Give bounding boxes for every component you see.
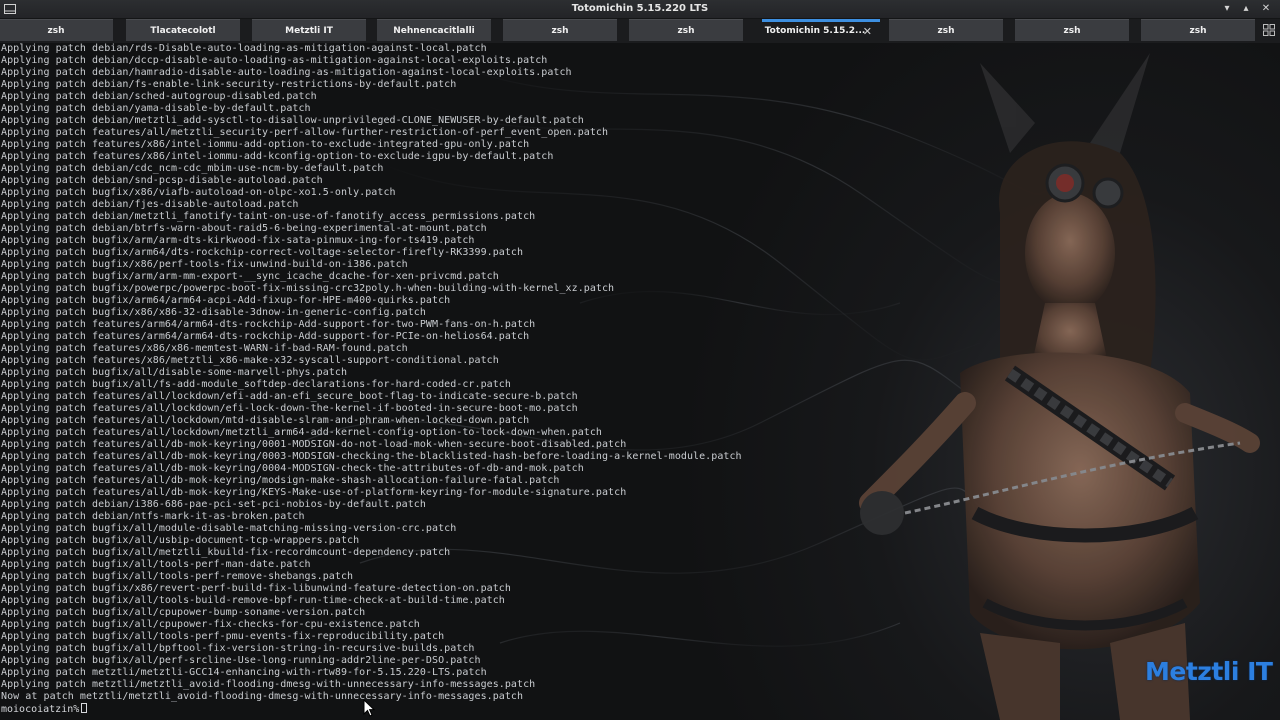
close-window-button[interactable]: ✕ — [1259, 2, 1273, 16]
tab-metztli-it[interactable]: Metztli IT — [252, 19, 366, 41]
tab-bar: zsh Tlacatecolotl Metztli IT Nehnencacit… — [0, 19, 1280, 43]
output-line: Applying patch features/all/metztli_secu… — [1, 127, 609, 138]
output-line: Applying patch bugfix/all/bpftool-fix-ve… — [1, 643, 475, 654]
output-line: Applying patch debian/ntfs-mark-it-as-br… — [1, 511, 305, 522]
output-line: Applying patch bugfix/arm64/arm64-acpi-A… — [1, 295, 451, 306]
output-line: Applying patch features/arm64/arm64-dts-… — [1, 319, 536, 330]
tab-label: zsh — [551, 26, 569, 36]
output-line: Applying patch debian/rds-Disable-auto-l… — [1, 43, 487, 54]
terminal-window: Totomichin 5.15.220 LTS ▾ ▴ ✕ zsh Tlacat… — [0, 0, 1280, 720]
output-line: Applying patch features/all/lockdown/efi… — [1, 403, 578, 414]
output-line: Applying patch debian/sched-autogroup-di… — [1, 91, 317, 102]
grid-icon[interactable] — [1263, 24, 1275, 36]
output-line: Applying patch bugfix/x86/viafb-autoload… — [1, 187, 396, 198]
output-line: Applying patch bugfix/all/tools-perf-rem… — [1, 571, 354, 582]
output-line: Applying patch debian/snd-pcsp-disable-a… — [1, 175, 323, 186]
output-line: Applying patch debian/i386-686-pae-pci-s… — [1, 499, 426, 510]
tab-label: zsh — [1189, 26, 1207, 36]
output-line: Applying patch features/all/db-mok-keyri… — [1, 463, 584, 474]
output-line: Applying patch features/x86/intel-iommu-… — [1, 139, 530, 150]
output-line: Applying patch debian/cdc_ncm-cdc_mbim-u… — [1, 163, 384, 174]
tab-totomichin[interactable]: Totomichin 5.15.2... ✕ — [762, 19, 880, 41]
title-bar[interactable]: Totomichin 5.15.220 LTS ▾ ▴ ✕ — [0, 0, 1280, 19]
output-line: Applying patch features/all/db-mok-keyri… — [1, 439, 627, 450]
output-line: Applying patch bugfix/all/tools-perf-man… — [1, 559, 311, 570]
tab-zsh-1[interactable]: zsh — [0, 19, 113, 41]
output-line: Applying patch features/all/db-mok-keyri… — [1, 487, 627, 498]
output-line: Applying patch features/arm64/arm64-dts-… — [1, 331, 530, 342]
output-line: Applying patch bugfix/all/metztli_kbuild… — [1, 547, 451, 558]
output-line: Applying patch debian/fjes-disable-autol… — [1, 199, 299, 210]
output-line: Applying patch features/x86/intel-iommu-… — [1, 151, 554, 162]
tab-label: zsh — [677, 26, 695, 36]
tab-zsh-6[interactable]: zsh — [1141, 19, 1255, 41]
mouse-pointer-icon — [363, 699, 375, 717]
output-line: Applying patch debian/yama-disable-by-de… — [1, 103, 311, 114]
window-title: Totomichin 5.15.220 LTS — [571, 3, 709, 14]
tab-label: Tlacatecolotl — [150, 26, 216, 36]
output-line: Applying patch debian/metztli_fanotify-t… — [1, 211, 536, 222]
output-line: Applying patch features/x86/metztli_x86-… — [1, 355, 499, 366]
output-line: Applying patch bugfix/all/usbip-document… — [1, 535, 360, 546]
output-line: Applying patch features/all/lockdown/efi… — [1, 391, 578, 402]
tab-zsh-4[interactable]: zsh — [889, 19, 1003, 41]
output-line: Applying patch bugfix/all/tools-build-re… — [1, 595, 505, 606]
output-line: Applying patch debian/hamradio-disable-a… — [1, 67, 572, 78]
output-line: Applying patch bugfix/x86/revert-perf-bu… — [1, 583, 511, 594]
minimize-button[interactable]: ▾ — [1220, 2, 1234, 16]
tab-label: Nehnencacitlalli — [393, 26, 475, 36]
output-line: Applying patch debian/fs-enable-link-sec… — [1, 79, 457, 90]
tab-label: zsh — [47, 26, 65, 36]
maximize-button[interactable]: ▴ — [1239, 2, 1253, 16]
output-line: Applying patch bugfix/all/cpupower-bump-… — [1, 607, 366, 618]
output-line: Applying patch bugfix/x86/x86-32-disable… — [1, 307, 426, 318]
terminal-output: Applying patch debian/rds-Disable-auto-l… — [1, 43, 742, 715]
tab-nehnencacitlalli[interactable]: Nehnencacitlalli — [377, 19, 491, 41]
shell-prompt: moiocoiatzin% — [1, 704, 80, 715]
output-line: Applying patch features/all/db-mok-keyri… — [1, 451, 742, 462]
output-line: Applying patch features/all/db-mok-keyri… — [1, 475, 560, 486]
tab-tlacatecolotl[interactable]: Tlacatecolotl — [126, 19, 240, 41]
output-line: Applying patch debian/metztli_add-sysctl… — [1, 115, 584, 126]
output-line: Applying patch bugfix/all/perf-srcline-U… — [1, 655, 481, 666]
tab-label: Metztli IT — [285, 26, 333, 36]
watermark-logo-text: Metztli IT — [1145, 657, 1273, 686]
close-icon[interactable]: ✕ — [863, 22, 872, 41]
output-line: Applying patch metztli/metztli-GCC14-enh… — [1, 667, 487, 678]
output-line: Applying patch bugfix/arm/arm-dts-kirkwo… — [1, 235, 475, 246]
output-line: Applying patch features/all/lockdown/met… — [1, 427, 602, 438]
tab-zsh-3[interactable]: zsh — [629, 19, 743, 41]
tab-label: zsh — [937, 26, 955, 36]
tab-label: Totomichin 5.15.2... — [764, 26, 866, 36]
terminal-output-area[interactable]: Applying patch debian/rds-Disable-auto-l… — [0, 43, 1280, 720]
output-line: Applying patch debian/dccp-disable-auto-… — [1, 55, 548, 66]
output-line: Applying patch features/all/lockdown/mtd… — [1, 415, 530, 426]
output-line: Applying patch debian/btrfs-warn-about-r… — [1, 223, 487, 234]
tab-label: zsh — [1063, 26, 1081, 36]
output-line: Applying patch bugfix/arm64/dts-rockchip… — [1, 247, 524, 258]
output-line: Applying patch bugfix/all/tools-perf-pmu… — [1, 631, 445, 642]
output-line: Applying patch bugfix/x86/perf-tools-fix… — [1, 259, 408, 270]
output-line: Applying patch bugfix/all/cpupower-fix-c… — [1, 619, 420, 630]
output-line: Applying patch bugfix/powerpc/powerpc-bo… — [1, 283, 615, 294]
text-cursor — [81, 703, 88, 713]
tab-zsh-5[interactable]: zsh — [1015, 19, 1129, 41]
output-line: Applying patch bugfix/all/module-disable… — [1, 523, 457, 534]
tab-zsh-2[interactable]: zsh — [503, 19, 617, 41]
output-line: Applying patch bugfix/all/disable-some-m… — [1, 367, 348, 378]
output-line: Applying patch bugfix/all/fs-add-module_… — [1, 379, 511, 390]
output-line: Applying patch metztli/metztli_avoid-flo… — [1, 679, 536, 690]
output-line: Applying patch features/x86/x86-memtest-… — [1, 343, 408, 354]
output-line: Applying patch bugfix/arm/arm-mm-export-… — [1, 271, 499, 282]
